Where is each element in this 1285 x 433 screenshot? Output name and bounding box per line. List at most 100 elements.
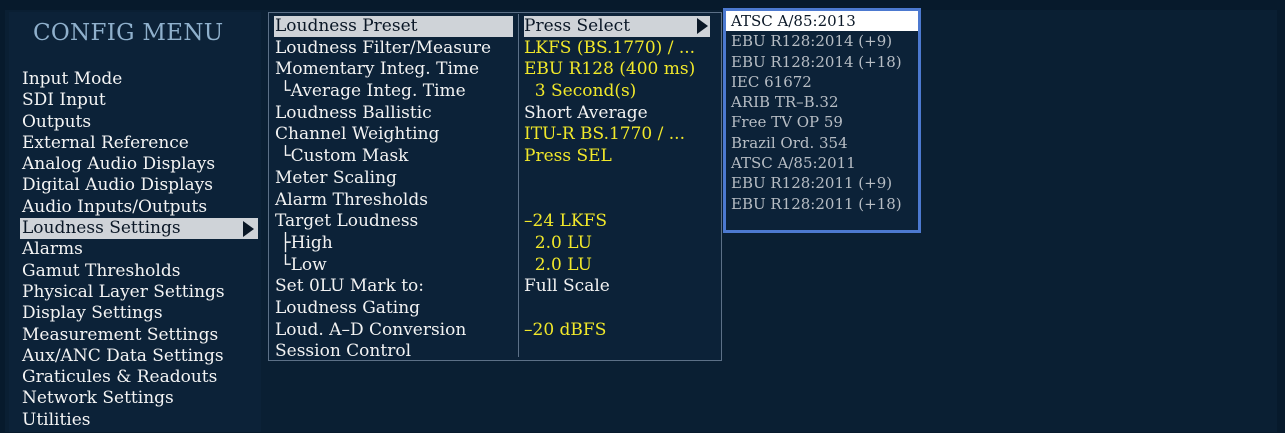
param-row-low[interactable]: └Low 2.0 LU	[274, 255, 714, 277]
param-name: Momentary Integ. Time	[275, 59, 480, 80]
preset-option-arib-tr-b-32[interactable]: ARIB TR–B.32	[726, 92, 918, 112]
param-name: └Low	[275, 254, 327, 275]
param-value[interactable]: Press SEL	[524, 146, 710, 167]
param-value-text: ITU-R BS.1770 / ...	[524, 124, 685, 145]
param-value-text: –24 LKFS	[524, 211, 607, 232]
menu-item-physical-layer-settings[interactable]: Physical Layer Settings	[20, 282, 262, 303]
param-value[interactable]: EBU R128 (400 ms)	[524, 59, 710, 80]
menu-item-sdi-input[interactable]: SDI Input	[20, 90, 262, 111]
menu-item-label: Network Settings	[22, 388, 174, 409]
param-row-loudness-preset[interactable]: Loudness Preset Press Select	[274, 16, 714, 38]
loudness-params-list: Loudness Preset Press Select Loudness Filt…	[274, 16, 714, 363]
param-value-text: 3 Second(s)	[524, 81, 637, 102]
preset-option-ebu-r128-2014-9[interactable]: EBU R128:2014 (+9)	[726, 31, 918, 51]
menu-item-label: External Reference	[22, 132, 189, 153]
param-name: Loudness Filter/Measure	[275, 37, 492, 58]
menu-item-label: Digital Audio Displays	[22, 175, 213, 196]
param-value-text: Full Scale	[524, 276, 610, 297]
preset-option-ebu-r128-2014-18[interactable]: EBU R128:2014 (+18)	[726, 52, 918, 72]
param-value[interactable]: 3 Second(s)	[524, 81, 710, 102]
menu-item-aux-anc-data-settings[interactable]: Aux/ANC Data Settings	[20, 346, 262, 367]
menu-item-label: Alarms	[22, 239, 83, 260]
param-name: Loudness Preset	[274, 16, 513, 37]
param-name: Session Control	[275, 341, 411, 362]
param-row-loud-a-d-conversion[interactable]: Loud. A–D Conversion –20 dBFS	[274, 320, 714, 342]
submenu-arrow-icon	[697, 18, 708, 34]
menu-item-gamut-thresholds[interactable]: Gamut Thresholds	[20, 261, 262, 282]
preset-option-atsc-a-85-2013[interactable]: ATSC A/85:2013	[726, 11, 918, 32]
param-row-meter-scaling[interactable]: Meter Scaling	[274, 168, 714, 190]
menu-item-outputs[interactable]: Outputs	[20, 112, 262, 133]
preset-option-iec-61672[interactable]: IEC 61672	[726, 72, 918, 92]
param-row-session-control[interactable]: Session Control	[274, 341, 714, 363]
param-value-text: 2.0 LU	[524, 254, 592, 275]
menu-item-label: Physical Layer Settings	[22, 281, 225, 302]
menu-item-label: Analog Audio Displays	[22, 154, 216, 175]
menu-item-label: Loudness Settings	[22, 218, 181, 239]
param-row-loudness-filter-measure[interactable]: Loudness Filter/Measure LKFS (BS.1770) / …	[274, 38, 714, 60]
param-value[interactable]: Short Average	[524, 103, 710, 124]
menu-item-loudness-settings[interactable]: Loudness Settings	[20, 218, 258, 240]
menu-item-label: SDI Input	[22, 90, 106, 111]
param-name: Alarm Thresholds	[275, 189, 428, 210]
param-name: Set 0LU Mark to:	[275, 276, 425, 297]
param-value-text: EBU R128 (400 ms)	[524, 59, 696, 80]
menu-item-alarms[interactable]: Alarms	[20, 239, 262, 260]
preset-option-ebu-r128-2011-9[interactable]: EBU R128:2011 (+9)	[726, 173, 918, 193]
menu-item-label: Audio Inputs/Outputs	[22, 196, 208, 217]
param-row-channel-weighting[interactable]: Channel Weighting ITU-R BS.1770 / ...	[274, 124, 714, 146]
param-value[interactable]: LKFS (BS.1770) / ...	[524, 38, 710, 59]
param-row-set-0lu-mark-to[interactable]: Set 0LU Mark to: Full Scale	[274, 276, 714, 298]
preset-option-ebu-r128-2011-18[interactable]: EBU R128:2011 (+18)	[726, 194, 918, 214]
param-value[interactable]: Full Scale	[524, 276, 710, 297]
menu-item-digital-audio-displays[interactable]: Digital Audio Displays	[20, 175, 262, 196]
param-value[interactable]: ITU-R BS.1770 / ...	[524, 124, 710, 145]
param-name: └Custom Mask	[275, 146, 409, 167]
submenu-arrow-icon	[243, 221, 254, 238]
param-row-alarm-thresholds[interactable]: Alarm Thresholds	[274, 190, 714, 212]
menu-item-measurement-settings[interactable]: Measurement Settings	[20, 325, 262, 346]
loudness-preset-dropdown[interactable]: ATSC A/85:2013 EBU R128:2014 (+9) EBU R128…	[723, 8, 921, 233]
param-value[interactable]: 2.0 LU	[524, 233, 710, 254]
param-name: Channel Weighting	[275, 124, 440, 145]
menu-title: CONFIG MENU	[33, 20, 224, 46]
param-row-target-loudness[interactable]: Target Loudness –24 LKFS	[274, 211, 714, 233]
preset-option-brazil-ord-354[interactable]: Brazil Ord. 354	[726, 133, 918, 153]
param-row-high[interactable]: ├High 2.0 LU	[274, 233, 714, 255]
param-row-loudness-ballistic[interactable]: Loudness Ballistic Short Average	[274, 103, 714, 125]
preset-option-free-tv-op-59[interactable]: Free TV OP 59	[726, 112, 918, 132]
menu-item-graticules-readouts[interactable]: Graticules & Readouts	[20, 367, 262, 388]
menu-item-external-reference[interactable]: External Reference	[20, 133, 262, 154]
param-row-momentary-integ-time[interactable]: Momentary Integ. Time EBU R128 (400 ms)	[274, 59, 714, 81]
param-name: ├High	[275, 232, 333, 253]
menu-item-input-mode[interactable]: Input Mode	[20, 69, 262, 90]
menu-item-network-settings[interactable]: Network Settings	[20, 388, 262, 409]
main-menu-list: Input Mode SDI Input Outputs External Refer…	[20, 69, 262, 431]
menu-item-label: Graticules & Readouts	[22, 367, 218, 388]
param-name: Loudness Gating	[275, 297, 421, 318]
menu-item-label: Outputs	[22, 111, 92, 132]
param-row-loudness-gating[interactable]: Loudness Gating	[274, 298, 714, 320]
param-value-text: –20 dBFS	[524, 319, 607, 340]
menu-item-label: Display Settings	[22, 303, 163, 324]
param-name: Target Loudness	[275, 211, 419, 232]
menu-item-utilities[interactable]: Utilities	[20, 410, 262, 431]
param-value[interactable]: Press Select	[524, 16, 710, 37]
param-name: Loudness Ballistic	[275, 102, 432, 123]
menu-item-label: Input Mode	[22, 69, 123, 89]
param-name: Meter Scaling	[275, 167, 397, 188]
menu-item-label: Aux/ANC Data Settings	[22, 345, 224, 366]
param-value[interactable]: –24 LKFS	[524, 211, 710, 232]
param-row-average-integ-time[interactable]: └Average Integ. Time 3 Second(s)	[274, 81, 714, 103]
param-name: └Average Integ. Time	[275, 81, 466, 102]
menu-item-analog-audio-displays[interactable]: Analog Audio Displays	[20, 154, 262, 175]
menu-item-display-settings[interactable]: Display Settings	[20, 303, 262, 324]
param-value[interactable]: –20 dBFS	[524, 320, 710, 341]
param-row-custom-mask[interactable]: └Custom Mask Press SEL	[274, 146, 714, 168]
menu-item-label: Measurement Settings	[22, 324, 219, 345]
menu-item-label: Gamut Thresholds	[22, 260, 181, 281]
param-name: Loud. A–D Conversion	[275, 319, 467, 340]
param-value[interactable]: 2.0 LU	[524, 255, 710, 276]
preset-option-atsc-a-85-2011[interactable]: ATSC A/85:2011	[726, 153, 918, 173]
menu-item-audio-inputs-outputs[interactable]: Audio Inputs/Outputs	[20, 197, 262, 218]
